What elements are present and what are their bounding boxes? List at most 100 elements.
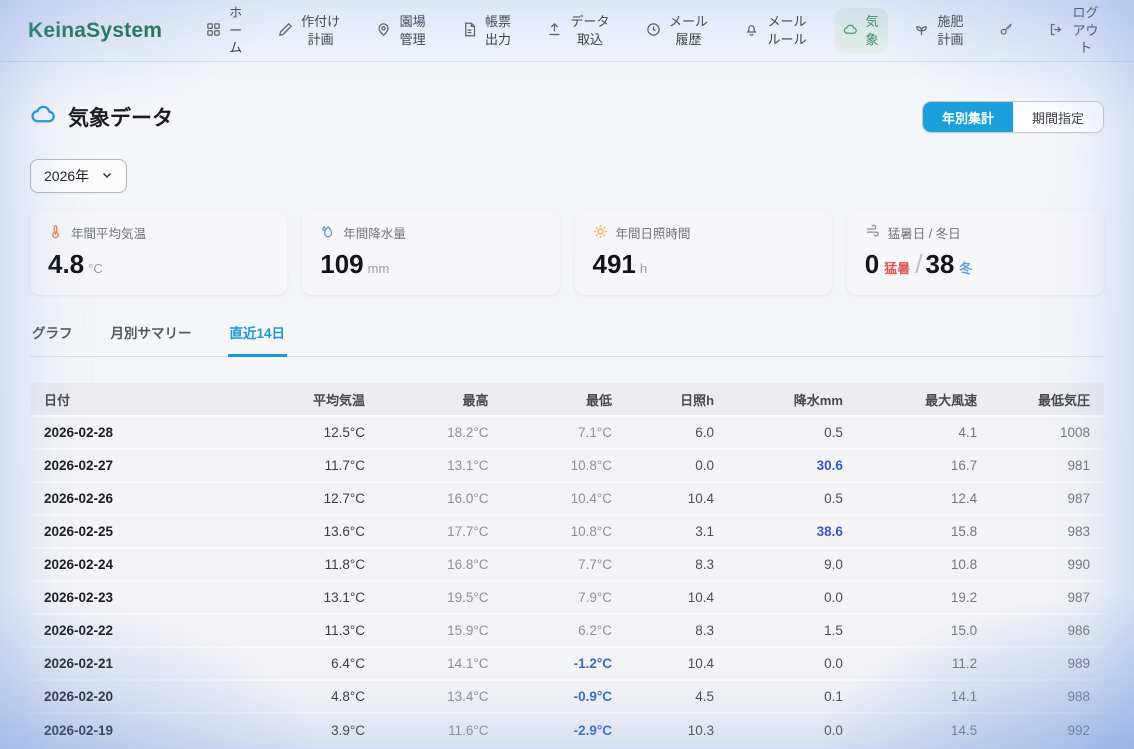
cell-sunshine: 6.0 — [626, 416, 728, 449]
precipitation-card: 年間降水量 109mm — [302, 210, 559, 295]
cell-max-wind: 15.8 — [857, 515, 991, 548]
nav-item-logout[interactable]: ログアウト — [1041, 0, 1108, 62]
cell-date: 2026-02-23 — [30, 581, 256, 614]
cell-precipitation: 0.1 — [728, 680, 857, 713]
cell-avg-temp: 13.1°C — [256, 581, 380, 614]
grid-icon — [206, 22, 221, 40]
cell-sunshine: 10.4 — [626, 581, 728, 614]
table-row: 2026-02-20 4.8°C 13.4°C -0.9°C 4.5 0.1 1… — [30, 680, 1104, 713]
nav-item-label: メールルール — [766, 13, 808, 48]
cell-min-pressure: 987 — [991, 482, 1104, 515]
yearly-summary-toggle-button[interactable]: 年別集計 — [923, 102, 1013, 132]
cell-sunshine: 8.3 — [626, 614, 728, 647]
cell-max-temp: 16.8°C — [379, 548, 503, 581]
winter-days-unit: 冬 — [959, 261, 972, 276]
cell-max-temp: 13.1°C — [379, 449, 503, 482]
chevron-down-icon — [101, 168, 113, 184]
nav-item-planting-plan[interactable]: 作付け計画 — [270, 8, 350, 53]
table-row: 2026-02-19 3.9°C 11.6°C -2.9°C 10.3 0.0 … — [30, 713, 1104, 746]
table-header-row: 日付 平均気温 最高 最低 日照h 降水mm 最大風速 最低気圧 — [30, 383, 1104, 416]
nav-item-home[interactable]: ホーム — [198, 0, 251, 62]
nav-item-weather[interactable]: 気象 — [835, 8, 888, 53]
cell-min-temp: -0.9°C — [503, 680, 627, 713]
cell-precipitation: 0.0 — [728, 713, 857, 746]
cell-min-temp: 7.7°C — [503, 548, 627, 581]
cell-max-wind: 16.7 — [857, 449, 991, 482]
nav-item-password-key[interactable] — [991, 17, 1022, 45]
map-pin-icon — [376, 22, 391, 40]
table-row: 2026-02-23 13.1°C 19.5°C 7.9°C 10.4 0.0 … — [30, 581, 1104, 614]
avg-temp-card: 年間平均気温 4.8°C — [30, 210, 287, 295]
cell-date: 2026-02-21 — [30, 647, 256, 680]
nav-item-label: 園場管理 — [398, 13, 427, 48]
period-select-toggle-button[interactable]: 期間指定 — [1013, 102, 1103, 132]
cell-avg-temp: 11.8°C — [256, 548, 380, 581]
nav-item-label: メール履歴 — [668, 13, 710, 48]
stat-label: 年間降水量 — [343, 223, 406, 242]
cell-precipitation: 0.5 — [728, 416, 857, 449]
cell-min-temp: 10.8°C — [503, 449, 627, 482]
cloud-icon — [843, 22, 858, 40]
cell-date: 2026-02-22 — [30, 614, 256, 647]
cell-sunshine: 10.4 — [626, 482, 728, 515]
cell-date: 2026-02-25 — [30, 515, 256, 548]
cell-min-pressure: 981 — [991, 449, 1104, 482]
col-header-precipitation: 降水mm — [728, 383, 857, 416]
cell-min-temp: 10.8°C — [503, 515, 627, 548]
year-select[interactable]: 2026年 — [30, 159, 127, 193]
tab-monthly-summary[interactable]: 月別サマリー — [109, 322, 194, 357]
stat-label: 猛暑日 / 冬日 — [888, 223, 961, 242]
cell-max-temp: 13.4°C — [379, 680, 503, 713]
table-row: 2026-02-24 11.8°C 16.8°C 7.7°C 8.3 9.0 1… — [30, 548, 1104, 581]
stat-label: 年間平均気温 — [71, 223, 146, 242]
cell-precipitation: 0.5 — [728, 482, 857, 515]
table-row: 2026-02-26 12.7°C 16.0°C 10.4°C 10.4 0.5… — [30, 482, 1104, 515]
cell-min-pressure: 988 — [991, 680, 1104, 713]
page-header: 気象データ 年別集計 期間指定 — [30, 101, 1104, 133]
droplet-icon — [320, 224, 335, 242]
nav-item-mail-history[interactable]: メール履歴 — [638, 8, 718, 53]
cell-precipitation: 0.0 — [728, 581, 857, 614]
extreme-days-card: 猛暑日 / 冬日 0猛暑/38冬 — [847, 210, 1104, 295]
cell-avg-temp: 11.3°C — [256, 614, 380, 647]
cell-max-temp: 14.1°C — [379, 647, 503, 680]
cell-avg-temp: 12.5°C — [256, 416, 380, 449]
nav-item-field-management[interactable]: 園場管理 — [368, 8, 435, 53]
nav-item-data-import[interactable]: データ取込 — [539, 8, 619, 53]
col-header-sunshine: 日照h — [626, 383, 728, 416]
cell-min-pressure: 989 — [991, 647, 1104, 680]
table-row: 2026-02-21 6.4°C 14.1°C -1.2°C 10.4 0.0 … — [30, 647, 1104, 680]
nav-item-label: データ取込 — [569, 13, 611, 48]
stat-unit: mm — [368, 261, 390, 276]
weather-data-page: 気象データ 年別集計 期間指定 2026年 年間平均気温 4.8°C 年間降水量… — [0, 101, 1134, 746]
nav-item-label: 帳票出力 — [484, 13, 513, 48]
cell-min-pressure: 1008 — [991, 416, 1104, 449]
cell-min-temp: 7.9°C — [503, 581, 627, 614]
cell-max-temp: 15.9°C — [379, 614, 503, 647]
brand-logo[interactable]: KeinaSystem — [28, 19, 162, 43]
page-title: 気象データ — [68, 102, 173, 132]
tab-graph[interactable]: グラフ — [30, 322, 75, 357]
separator: / — [915, 249, 922, 279]
cell-sunshine: 10.3 — [626, 713, 728, 746]
cell-min-temp: -1.2°C — [503, 647, 627, 680]
cell-avg-temp: 13.6°C — [256, 515, 380, 548]
tab-last-14-days[interactable]: 直近14日 — [228, 322, 288, 357]
stat-value: 4.8 — [48, 249, 84, 279]
cell-min-temp: 6.2°C — [503, 614, 627, 647]
cell-min-pressure: 990 — [991, 548, 1104, 581]
thermometer-icon — [48, 224, 63, 242]
nav-item-fertilization-plan[interactable]: 施肥計画 — [906, 8, 973, 53]
nav-item-report-output[interactable]: 帳票出力 — [454, 8, 521, 53]
pencil-icon — [278, 22, 293, 40]
winter-days-value: 38 — [925, 249, 954, 279]
cell-date: 2026-02-20 — [30, 680, 256, 713]
sun-icon — [593, 224, 608, 242]
cell-max-temp: 16.0°C — [379, 482, 503, 515]
cell-precipitation: 38.6 — [728, 515, 857, 548]
nav-list: ホーム 作付け計画 園場管理 帳票出力 データ取込 メール履歴 メールルール — [198, 0, 1108, 62]
cell-avg-temp: 6.4°C — [256, 647, 380, 680]
nav-item-mail-rules[interactable]: メールルール — [736, 8, 816, 53]
cell-date: 2026-02-19 — [30, 713, 256, 746]
cell-max-wind: 12.4 — [857, 482, 991, 515]
